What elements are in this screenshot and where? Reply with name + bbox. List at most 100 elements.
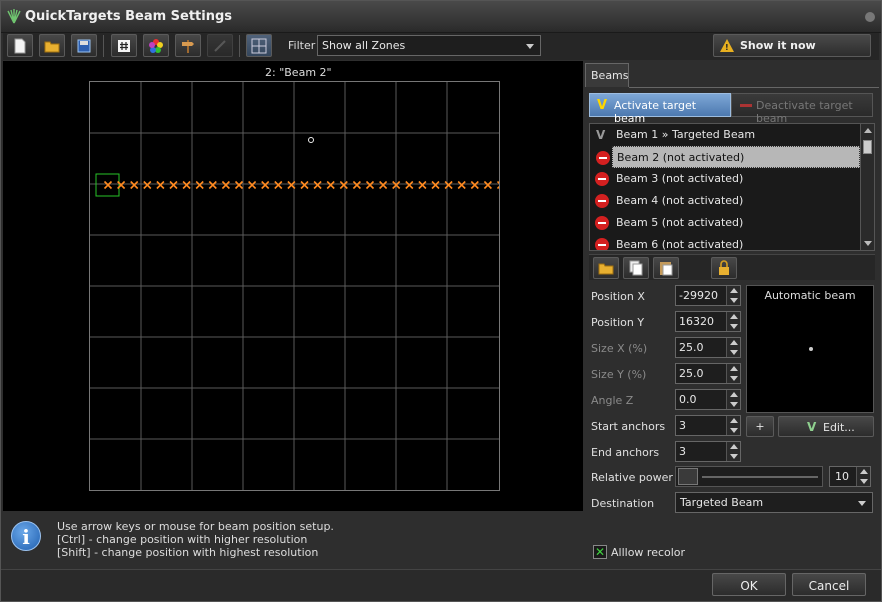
paste-icon [660, 262, 673, 276]
open-beam-button[interactable] [593, 257, 619, 279]
relative-power-field[interactable]: 10 [829, 466, 871, 487]
cancel-button[interactable]: Cancel [792, 573, 866, 596]
beam-point-marker [444, 180, 453, 190]
position-y-value: 16320 [679, 315, 714, 328]
ok-button[interactable]: OK [712, 573, 786, 596]
copy-beam-button[interactable] [623, 257, 649, 279]
allow-recolor-checkbox[interactable]: ✕ [593, 545, 607, 559]
beam-caption: 2: "Beam 2" [265, 66, 332, 79]
save-button[interactable] [71, 34, 97, 57]
filter-select[interactable]: Show all Zones [317, 35, 541, 56]
hash-icon [118, 39, 130, 52]
beam-settings-window: QuickTargets Beam Settings Filter Show a… [0, 0, 882, 602]
new-file-button[interactable] [7, 34, 33, 57]
beam-list-scrollbar[interactable] [860, 124, 874, 250]
origin-marker [308, 137, 314, 143]
paste-beam-button[interactable] [653, 257, 679, 279]
slider-thumb[interactable] [678, 468, 698, 485]
main-toolbar: Filter Show all Zones ! Show it now [3, 33, 879, 60]
beam-label: Beam 3 (not activated) [616, 172, 744, 185]
beam-point-marker [248, 180, 257, 190]
list-item[interactable]: Beam 3 (not activated) [590, 168, 860, 190]
beam-position-canvas[interactable]: 2: "Beam 2" [3, 61, 583, 511]
info-line-1: Use arrow keys or mouse for beam positio… [57, 520, 334, 533]
scroll-up-icon[interactable] [864, 128, 872, 133]
activate-target-beam-button[interactable]: V Activate target beam [589, 93, 731, 125]
lock-button[interactable] [711, 257, 737, 279]
beam-list[interactable]: V Beam 1 » Targeted Beam Beam 2 (not act… [589, 123, 875, 251]
beam-point-marker [326, 180, 335, 190]
beam-point-marker [418, 180, 427, 190]
grid-toggle-button[interactable] [246, 34, 272, 57]
beams-panel: Beams V Activate target beam Deactivate … [585, 61, 881, 567]
hash-button[interactable] [111, 34, 137, 57]
size-x-spinner[interactable] [726, 338, 740, 357]
app-logo-icon [7, 9, 21, 24]
position-y-field[interactable]: 16320 [675, 311, 741, 332]
beam-point-marker [156, 180, 165, 190]
not-activated-icon [595, 172, 609, 186]
tab-beams[interactable]: Beams [585, 63, 629, 87]
edit-button[interactable]: V Edit... [778, 416, 874, 437]
save-icon [77, 39, 91, 52]
end-anchors-field[interactable]: 3 [675, 441, 741, 462]
relative-power-spinner[interactable] [856, 467, 870, 486]
beam-point-marker [313, 180, 322, 190]
list-item[interactable]: Beam 6 (not activated) [590, 234, 860, 251]
end-anchors-value: 3 [679, 445, 686, 458]
list-item[interactable]: Beam 5 (not activated) [590, 212, 860, 234]
signpost-button[interactable] [175, 34, 201, 57]
beam-label: Beam 1 » Targeted Beam [616, 128, 756, 141]
start-anchors-label: Start anchors [591, 420, 666, 433]
info-line-3: [Shift] - change position with highest r… [57, 546, 319, 559]
show-it-now-button[interactable]: ! Show it now [713, 34, 871, 57]
deactivate-target-beam-button[interactable]: Deactivate target beam [731, 93, 873, 125]
list-item[interactable]: Beam 4 (not activated) [590, 190, 860, 212]
position-x-field[interactable]: -29920 [675, 285, 741, 306]
color-wheel-button[interactable] [143, 34, 169, 57]
crosshair-icon: + [755, 420, 765, 433]
angle-z-label: Angle Z [591, 394, 634, 407]
close-icon[interactable] [865, 12, 875, 22]
position-y-label: Position Y [591, 316, 645, 329]
list-item[interactable]: V Beam 1 » Targeted Beam [590, 124, 860, 146]
list-item[interactable]: Beam 2 (not activated) [596, 146, 860, 168]
filter-value: Show all Zones [322, 39, 406, 52]
position-grid[interactable] [89, 81, 500, 491]
start-anchors-value: 3 [679, 419, 686, 432]
destination-select[interactable]: Targeted Beam [675, 492, 873, 513]
beam-point-marker [365, 180, 375, 190]
draw-line-button[interactable] [207, 34, 233, 57]
size-y-label: Size Y (%) [591, 368, 647, 381]
beam-point-marker [261, 180, 270, 190]
beam-label: Beam 4 (not activated) [616, 194, 744, 207]
size-y-field[interactable]: 25.0 [675, 363, 741, 384]
beam-label: Beam 6 (not activated) [616, 238, 744, 251]
lock-icon [719, 260, 729, 275]
beam-point-marker [130, 180, 139, 190]
crosshair-button[interactable]: + [746, 416, 774, 437]
beam-point-marker [143, 180, 152, 190]
size-y-spinner[interactable] [726, 364, 740, 383]
chevron-down-icon [526, 44, 534, 49]
angle-z-spinner[interactable] [726, 390, 740, 409]
signpost-icon [182, 39, 194, 53]
beam-point-marker [169, 180, 178, 190]
start-anchors-field[interactable]: 3 [675, 415, 741, 436]
scroll-down-icon[interactable] [864, 241, 872, 246]
end-anchors-spinner[interactable] [726, 442, 740, 461]
position-x-spinner[interactable] [726, 286, 740, 305]
size-x-label: Size X (%) [591, 342, 648, 355]
position-y-spinner[interactable] [726, 312, 740, 331]
size-x-field[interactable]: 25.0 [675, 337, 741, 358]
beam-label: Beam 5 (not activated) [616, 216, 744, 229]
scroll-thumb[interactable] [863, 140, 872, 154]
beam-icon: V [807, 420, 817, 434]
beam-point-marker [457, 180, 466, 190]
not-activated-icon [596, 151, 610, 165]
relative-power-slider[interactable] [675, 466, 823, 487]
open-folder-button[interactable] [39, 34, 65, 57]
angle-z-field[interactable]: 0.0 [675, 389, 741, 410]
open-folder-icon [598, 263, 614, 275]
start-anchors-spinner[interactable] [726, 416, 740, 435]
